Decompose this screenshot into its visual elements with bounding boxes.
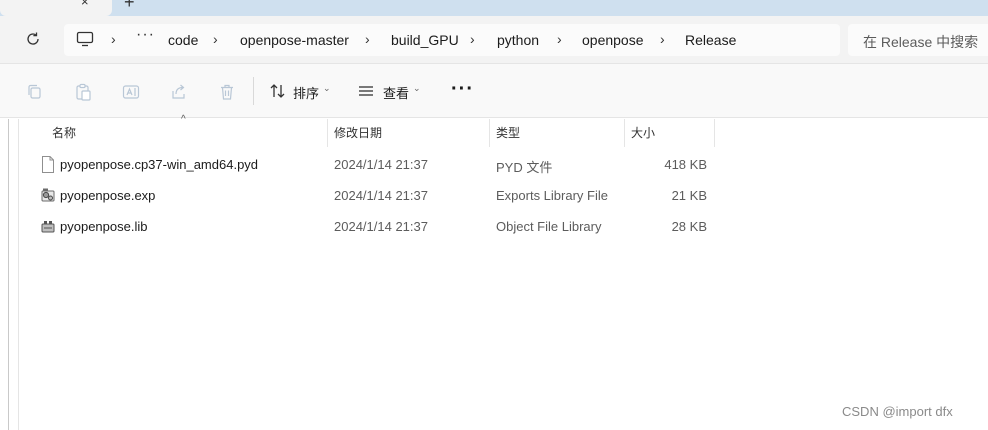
file-type: PYD 文件 <box>496 160 553 175</box>
new-tab-icon[interactable]: + <box>124 0 135 13</box>
address-bar[interactable]: › ··· code › openpose-master › build_GPU… <box>64 24 840 56</box>
file-date: 2024/1/14 21:37 <box>334 188 428 203</box>
refresh-icon[interactable] <box>24 30 42 48</box>
view-icon <box>359 86 373 96</box>
column-type[interactable]: 类型 <box>496 124 520 141</box>
search-placeholder[interactable]: 在 Release 中搜索 <box>863 32 978 52</box>
breadcrumb-more[interactable]: ··· <box>136 26 155 44</box>
file-date: 2024/1/14 21:37 <box>334 219 428 234</box>
sort-label: 排序 <box>293 86 320 101</box>
delete-icon[interactable] <box>218 83 236 101</box>
file-explorer-window: × + › ··· code › openpose-master › build… <box>0 0 988 430</box>
file-size: 418 KB <box>664 157 707 172</box>
file-date: 2024/1/14 21:37 <box>334 157 428 172</box>
breadcrumb-separator[interactable]: › <box>660 31 665 47</box>
breadcrumb-openpose[interactable]: openpose <box>582 32 644 48</box>
navigation-pane-scrollbar[interactable] <box>8 119 9 430</box>
column-date[interactable]: 修改日期 <box>334 124 382 141</box>
lib-file-icon <box>41 221 55 233</box>
copy-icon[interactable] <box>26 83 44 101</box>
watermark: CSDN @import dfx <box>842 404 953 419</box>
file-type: Exports Library File <box>496 188 608 203</box>
file-icon <box>42 156 54 173</box>
breadcrumb-separator[interactable]: › <box>365 31 370 47</box>
tab-close-icon[interactable]: × <box>81 0 89 9</box>
file-size: 21 KB <box>671 188 707 203</box>
breadcrumb-code[interactable]: code <box>168 32 198 48</box>
chevron-down-icon: ⌄ <box>413 83 421 93</box>
file-name: pyopenpose.cp37-win_amd64.pyd <box>60 157 259 172</box>
sort-ascending-icon: ^ <box>181 114 186 125</box>
column-size[interactable]: 大小 <box>631 124 655 141</box>
paste-icon[interactable] <box>74 83 92 101</box>
view-button[interactable]: 查看 ⌄ <box>357 80 421 102</box>
breadcrumb-separator[interactable]: › <box>557 31 562 47</box>
breadcrumb-separator[interactable]: › <box>213 31 218 47</box>
share-icon[interactable] <box>170 83 188 101</box>
more-options-button[interactable]: ··· <box>451 78 474 101</box>
column-resize-handle[interactable] <box>714 119 715 147</box>
this-pc-icon[interactable] <box>76 31 94 47</box>
column-header: 名称 ^ 修改日期 类型 大小 <box>20 114 988 147</box>
pane-divider[interactable] <box>18 119 19 430</box>
breadcrumb-separator[interactable]: › <box>470 31 475 47</box>
sort-icon <box>270 84 285 98</box>
file-row[interactable]: pyopenpose.cp37-win_amd64.pyd 2024/1/14 … <box>20 151 720 179</box>
column-resize-handle[interactable] <box>327 119 328 147</box>
view-label: 查看 <box>383 86 410 101</box>
file-type: Object File Library <box>496 219 602 234</box>
breadcrumb-openpose-master[interactable]: openpose-master <box>240 32 349 48</box>
chevron-down-icon: ⌄ <box>323 83 331 93</box>
tab-strip: × + <box>0 0 988 16</box>
tab-release[interactable]: × <box>0 0 112 16</box>
sort-button[interactable]: 排序 ⌄ <box>269 80 333 102</box>
column-resize-handle[interactable] <box>489 119 490 147</box>
exp-file-icon <box>41 188 55 202</box>
breadcrumb-python[interactable]: python <box>497 32 539 48</box>
file-row[interactable]: pyopenpose.lib 2024/1/14 21:37 Object Fi… <box>20 213 720 241</box>
command-bar: 排序 ⌄ 查看 ⌄ ··· <box>0 64 988 118</box>
address-row: › ··· code › openpose-master › build_GPU… <box>0 16 988 64</box>
search-box[interactable]: 在 Release 中搜索 <box>848 24 988 56</box>
breadcrumb-release[interactable]: Release <box>685 32 736 48</box>
file-name: pyopenpose.exp <box>60 188 156 203</box>
file-row[interactable]: pyopenpose.exp 2024/1/14 21:37 Exports L… <box>20 182 720 210</box>
breadcrumb-separator[interactable]: › <box>111 31 116 47</box>
breadcrumb-build-gpu[interactable]: build_GPU <box>391 32 459 48</box>
file-name: pyopenpose.lib <box>60 219 148 234</box>
rename-icon[interactable] <box>122 83 140 101</box>
toolbar-divider <box>253 77 254 105</box>
column-name[interactable]: 名称 <box>52 124 76 141</box>
column-resize-handle[interactable] <box>624 119 625 147</box>
file-size: 28 KB <box>671 219 707 234</box>
